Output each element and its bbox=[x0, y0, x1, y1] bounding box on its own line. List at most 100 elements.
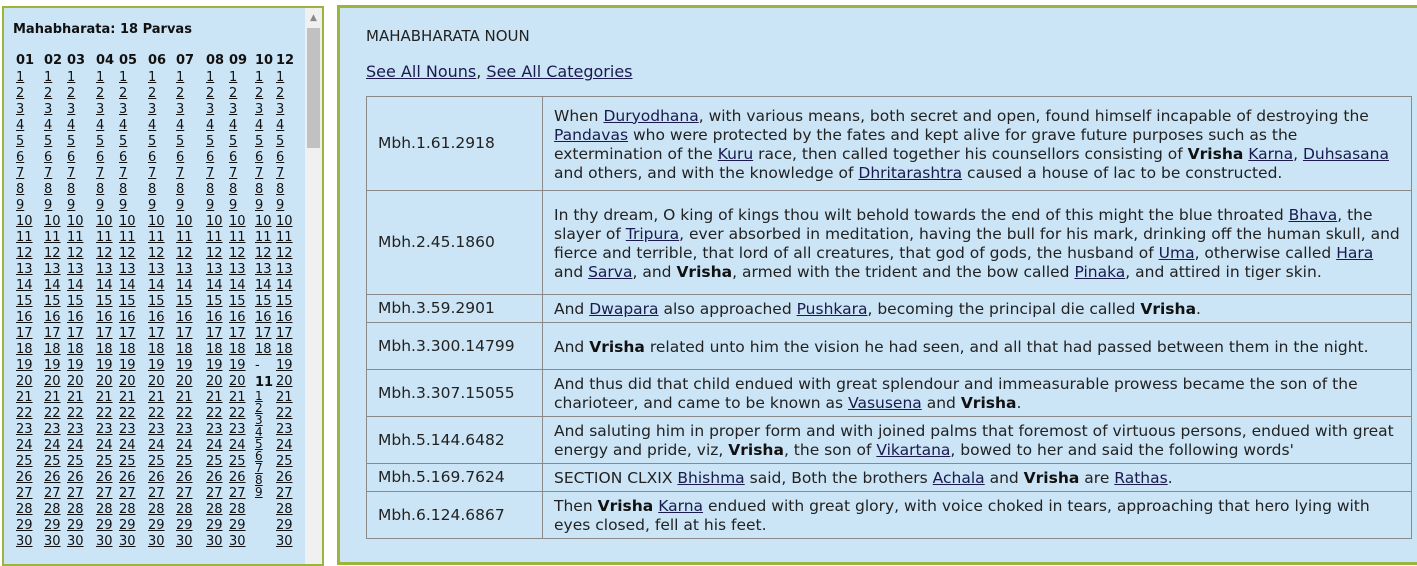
section-link[interactable]: 17 bbox=[229, 326, 246, 342]
section-link[interactable]: 6 bbox=[119, 150, 136, 166]
section-link[interactable]: 14 bbox=[148, 278, 165, 294]
section-link[interactable]: 11 bbox=[206, 230, 223, 246]
section-link[interactable]: 12 bbox=[67, 246, 84, 262]
section-link[interactable]: 4 bbox=[16, 118, 33, 134]
section-link[interactable]: 11 bbox=[44, 230, 61, 246]
section-link[interactable]: 14 bbox=[67, 278, 84, 294]
section-link[interactable]: 5 bbox=[276, 134, 293, 150]
section-link[interactable]: 27 bbox=[44, 486, 61, 502]
section-link[interactable]: 1 bbox=[44, 70, 61, 86]
section-link[interactable]: 11 bbox=[67, 230, 84, 246]
noun-link[interactable]: Pandavas bbox=[554, 126, 628, 144]
section-link[interactable]: 24 bbox=[67, 438, 84, 454]
section-link[interactable]: 29 bbox=[96, 518, 113, 534]
section-link[interactable]: 28 bbox=[119, 502, 136, 518]
section-link[interactable]: 14 bbox=[16, 278, 33, 294]
noun-link[interactable]: Vikartana bbox=[876, 441, 950, 459]
section-link[interactable]: 17 bbox=[96, 326, 113, 342]
section-link[interactable]: 20 bbox=[119, 374, 136, 390]
section-link[interactable]: 23 bbox=[16, 422, 33, 438]
section-link[interactable]: 14 bbox=[96, 278, 113, 294]
section-link[interactable]: 8 bbox=[176, 182, 193, 198]
section-link[interactable]: 5 bbox=[44, 134, 61, 150]
noun-link[interactable]: Vasusena bbox=[848, 394, 922, 412]
section-link[interactable]: 1 bbox=[16, 70, 33, 86]
section-link[interactable]: 19 bbox=[206, 358, 223, 374]
section-link[interactable]: 1 bbox=[148, 70, 165, 86]
see-all-categories-link[interactable]: See All Categories bbox=[486, 62, 632, 81]
section-link[interactable]: 26 bbox=[229, 470, 246, 486]
section-link[interactable]: 28 bbox=[16, 502, 33, 518]
section-link[interactable]: 18 bbox=[16, 342, 33, 358]
noun-link[interactable]: Dwapara bbox=[589, 300, 658, 318]
section-link[interactable]: 25 bbox=[229, 454, 246, 470]
section-link[interactable]: 23 bbox=[67, 422, 84, 438]
noun-link[interactable]: Hara bbox=[1336, 244, 1373, 262]
section-link[interactable]: 23 bbox=[44, 422, 61, 438]
section-link[interactable]: 5 bbox=[176, 134, 193, 150]
section-link[interactable]: 1 bbox=[229, 70, 246, 86]
section-link[interactable]: 4 bbox=[206, 118, 223, 134]
section-link[interactable]: 21 bbox=[176, 390, 193, 406]
section-link[interactable]: 3 bbox=[148, 102, 165, 118]
section-link[interactable]: 19 bbox=[16, 358, 33, 374]
section-link[interactable]: 2 bbox=[44, 86, 61, 102]
section-link[interactable]: 12 bbox=[16, 246, 33, 262]
section-link[interactable]: 6 bbox=[206, 150, 223, 166]
section-link[interactable]: 7 bbox=[206, 166, 223, 182]
section-link[interactable]: 2 bbox=[176, 86, 193, 102]
noun-link[interactable]: Tripura bbox=[626, 225, 679, 243]
section-link[interactable]: 7 bbox=[16, 166, 33, 182]
noun-link[interactable]: Uma bbox=[1159, 244, 1195, 262]
section-link[interactable]: 2 bbox=[16, 86, 33, 102]
section-link[interactable]: 25 bbox=[16, 454, 33, 470]
section-link[interactable]: 28 bbox=[148, 502, 165, 518]
section-link[interactable]: 12 bbox=[148, 246, 165, 262]
section-link[interactable]: 13 bbox=[96, 262, 113, 278]
section-link[interactable]: 3 bbox=[96, 102, 113, 118]
section-link[interactable]: 19 bbox=[119, 358, 136, 374]
section-link[interactable]: 8 bbox=[44, 182, 61, 198]
section-link[interactable]: 21 bbox=[16, 390, 33, 406]
section-link[interactable]: 27 bbox=[276, 486, 293, 502]
section-link[interactable]: 25 bbox=[67, 454, 84, 470]
section-link[interactable]: 16 bbox=[229, 310, 246, 326]
section-link[interactable]: 16 bbox=[119, 310, 136, 326]
section-link[interactable]: 24 bbox=[119, 438, 136, 454]
section-link[interactable]: 24 bbox=[16, 438, 33, 454]
section-link[interactable]: 4 bbox=[67, 118, 84, 134]
section-link[interactable]: 10 bbox=[206, 214, 223, 230]
section-link[interactable]: 21 bbox=[229, 390, 246, 406]
section-link[interactable]: 11 bbox=[276, 230, 293, 246]
section-link[interactable]: 7 bbox=[96, 166, 113, 182]
section-link[interactable]: 23 bbox=[119, 422, 136, 438]
section-link[interactable]: 13 bbox=[148, 262, 165, 278]
section-link[interactable]: 7 bbox=[119, 166, 136, 182]
section-link[interactable]: 25 bbox=[206, 454, 223, 470]
section-link[interactable]: 13 bbox=[255, 262, 273, 278]
section-link[interactable]: 7 bbox=[148, 166, 165, 182]
section-link[interactable]: 30 bbox=[276, 534, 293, 550]
section-link[interactable]: 30 bbox=[229, 534, 246, 550]
section-link[interactable]: 20 bbox=[206, 374, 223, 390]
section-link[interactable]: 28 bbox=[67, 502, 84, 518]
section-link[interactable]: 29 bbox=[16, 518, 33, 534]
section-link[interactable]: 3 bbox=[206, 102, 223, 118]
section-link[interactable]: 20 bbox=[16, 374, 33, 390]
section-link[interactable]: 28 bbox=[96, 502, 113, 518]
section-link[interactable]: 5 bbox=[255, 134, 273, 150]
section-link[interactable]: 18 bbox=[119, 342, 136, 358]
section-link[interactable]: 7 bbox=[67, 166, 84, 182]
section-link[interactable]: 12 bbox=[206, 246, 223, 262]
see-all-nouns-link[interactable]: See All Nouns bbox=[366, 62, 476, 81]
section-link[interactable]: 19 bbox=[67, 358, 84, 374]
section-link[interactable]: 23 bbox=[206, 422, 223, 438]
section-link[interactable]: 13 bbox=[229, 262, 246, 278]
section-link[interactable]: 25 bbox=[176, 454, 193, 470]
section-link[interactable]: 4 bbox=[176, 118, 193, 134]
sidebar-scrollbar[interactable]: ▲ bbox=[305, 8, 322, 564]
section-link[interactable]: 8 bbox=[206, 182, 223, 198]
noun-link[interactable]: Rathas bbox=[1114, 469, 1167, 487]
section-link[interactable]: 29 bbox=[229, 518, 246, 534]
section-link[interactable]: 11 bbox=[96, 230, 113, 246]
